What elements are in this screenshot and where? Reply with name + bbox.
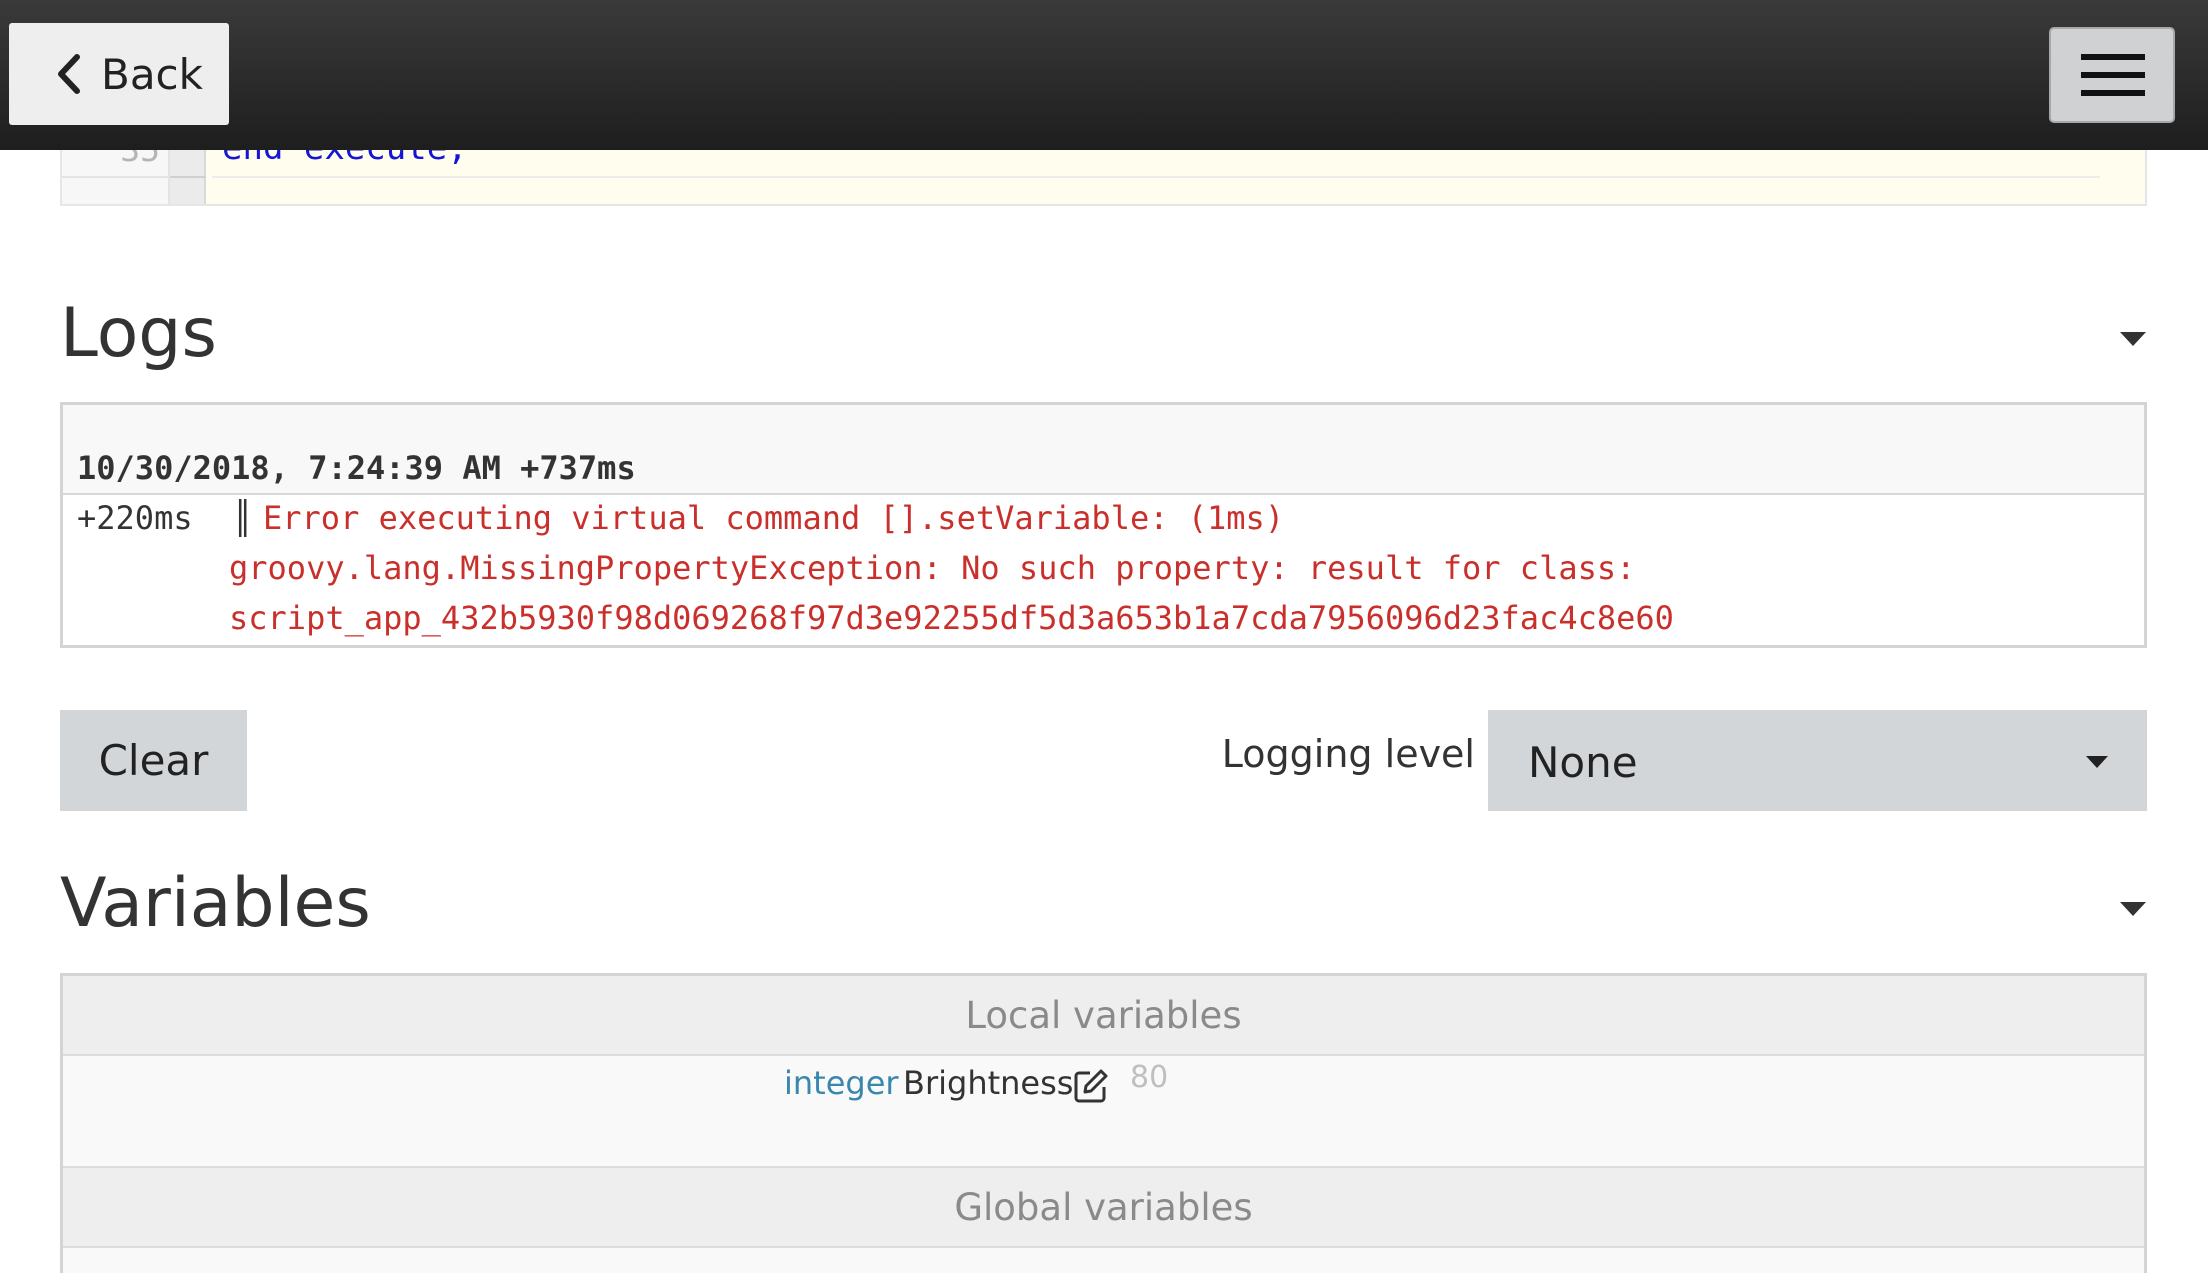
log-message-line: Error executing virtual command [].setVa… [263, 499, 1285, 537]
log-separator: ║ [233, 499, 253, 537]
log-entry: +220ms ║ Error executing virtual command… [63, 493, 2144, 645]
code-line-underline [212, 176, 2100, 178]
hamburger-menu-icon-bar [2081, 90, 2145, 96]
chevron-down-icon [2086, 756, 2108, 768]
back-label: Back [101, 49, 203, 99]
logging-level-value: None [1528, 738, 1638, 787]
logs-panel: 10/30/2018, 7:24:39 AM +737ms +220ms ║ E… [60, 402, 2147, 648]
log-message-line: groovy.lang.MissingPropertyException: No… [229, 549, 1636, 587]
logs-collapse-caret-icon[interactable] [2120, 332, 2146, 346]
logging-level-label: Logging level [1221, 732, 1475, 776]
local-variables-heading: Local variables [63, 976, 2144, 1056]
hamburger-menu-icon [2081, 54, 2145, 60]
variable-row: integer Brightness 80 [63, 1056, 2144, 1166]
variables-collapse-caret-icon[interactable] [2120, 902, 2146, 916]
log-message-line: script_app_432b5930f98d069268f97d3e92255… [229, 599, 1674, 637]
chevron-left-icon [58, 54, 80, 94]
logging-level-select[interactable]: None [1488, 710, 2147, 811]
code-fold-divider [170, 176, 206, 178]
global-variables-heading: Global variables [63, 1166, 2144, 1248]
variable-value[interactable]: 80 [1130, 1060, 1168, 1095]
edit-icon[interactable] [1073, 1068, 1109, 1104]
variables-panel: Local variables integer Brightness 80 Gl… [60, 973, 2147, 1273]
clear-logs-button[interactable]: Clear [60, 710, 247, 811]
variable-name: Brightness [903, 1064, 1074, 1102]
code-gutter-divider [62, 176, 168, 178]
variables-title: Variables [60, 864, 371, 943]
log-timestamp: 10/30/2018, 7:24:39 AM +737ms [77, 449, 636, 487]
hamburger-menu-icon-bar [2081, 72, 2145, 78]
hamburger-menu-button[interactable] [2049, 27, 2175, 123]
back-button[interactable]: Back [9, 23, 229, 125]
variable-type: integer [784, 1064, 899, 1102]
log-header: 10/30/2018, 7:24:39 AM +737ms [63, 405, 2144, 495]
log-offset: +220ms [77, 499, 193, 537]
logs-title: Logs [60, 294, 217, 373]
top-bar: Back [0, 0, 2208, 150]
